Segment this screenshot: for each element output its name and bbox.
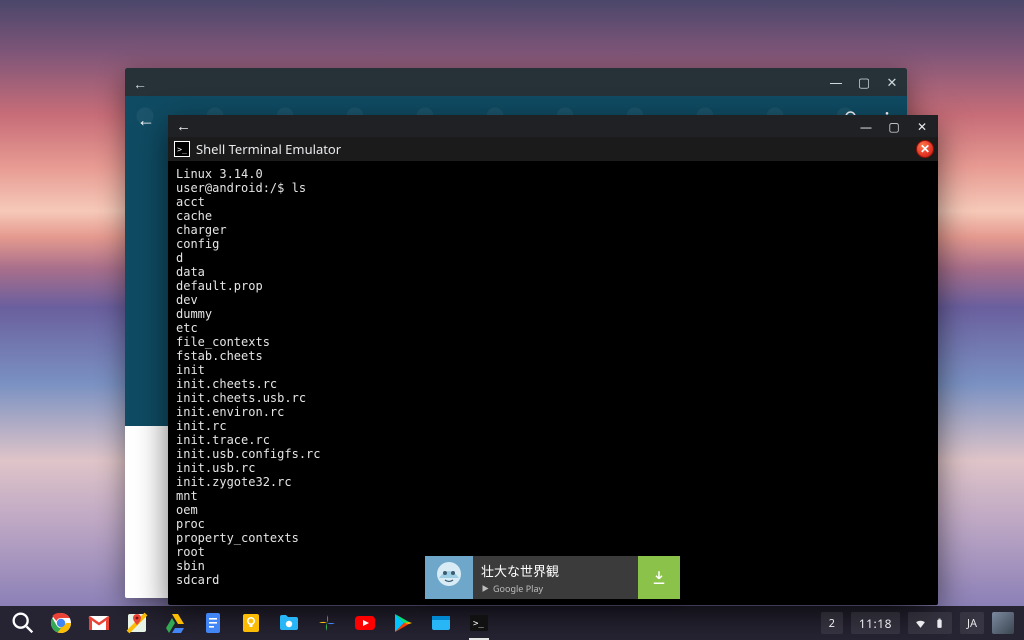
ad-subtitle: Google Play [481, 582, 630, 595]
system-tray: 2 11:18 JA [821, 612, 1020, 634]
bg-window-maximize-icon[interactable]: ▢ [857, 75, 871, 89]
terminal-app-title: Shell Terminal Emulator [196, 140, 341, 158]
user-avatar[interactable] [992, 612, 1014, 634]
terminal-app-icon[interactable]: >_ [465, 609, 493, 637]
clock[interactable]: 11:18 [851, 612, 900, 634]
bg-window-close-icon[interactable]: ✕ [885, 75, 899, 89]
chrome-icon[interactable] [47, 609, 75, 637]
ad-text: 壮大な世界観 Google Play [473, 556, 638, 599]
bg-window-titlebar[interactable]: ← — ▢ ✕ [125, 68, 907, 96]
ime-indicator[interactable]: JA [960, 612, 984, 634]
launcher-icon[interactable] [9, 609, 37, 637]
youtube-icon[interactable] [351, 609, 379, 637]
files-icon[interactable] [275, 609, 303, 637]
terminal-app-icon: >_ [174, 141, 190, 157]
gmail-icon[interactable] [85, 609, 113, 637]
terminal-titlebar[interactable]: ← — ▢ ✕ [168, 115, 938, 137]
shelf: >_ 2 11:18 JA [0, 606, 1024, 640]
header-back-icon[interactable]: ← [137, 108, 155, 132]
app-icon-1[interactable] [427, 609, 455, 637]
wifi-icon [914, 617, 927, 630]
google-keep-icon[interactable] [237, 609, 265, 637]
bg-window-minimize-icon[interactable]: — [829, 75, 843, 89]
svg-text:>_: >_ [473, 619, 484, 629]
ad-title: 壮大な世界観 [481, 561, 630, 580]
terminal-maximize-icon[interactable]: ▢ [886, 118, 902, 134]
status-area[interactable] [908, 612, 952, 634]
bg-window-back-icon[interactable]: ← [133, 75, 147, 89]
ad-banner[interactable]: 壮大な世界観 Google Play [425, 556, 680, 599]
google-play-icon[interactable] [389, 609, 417, 637]
terminal-window: ← — ▢ ✕ >_ Shell Terminal Emulator ✕ Lin… [168, 115, 938, 605]
google-docs-icon[interactable] [199, 609, 227, 637]
battery-icon [933, 617, 946, 630]
google-photos-icon[interactable] [313, 609, 341, 637]
terminal-close-red-icon[interactable]: ✕ [916, 140, 934, 158]
terminal-app-titlebar: >_ Shell Terminal Emulator ✕ [168, 137, 938, 161]
notifications-count[interactable]: 2 [821, 612, 843, 634]
terminal-back-icon[interactable]: ← [176, 116, 191, 136]
ad-thumbnail [425, 556, 473, 599]
ad-download-button[interactable] [638, 556, 680, 599]
terminal-close-icon[interactable]: ✕ [914, 118, 930, 134]
google-drive-icon[interactable] [161, 609, 189, 637]
google-maps-icon[interactable] [123, 609, 151, 637]
terminal-minimize-icon[interactable]: — [858, 118, 874, 134]
terminal-output[interactable]: Linux 3.14.0 user@android:/$ ls acct cac… [168, 161, 938, 605]
